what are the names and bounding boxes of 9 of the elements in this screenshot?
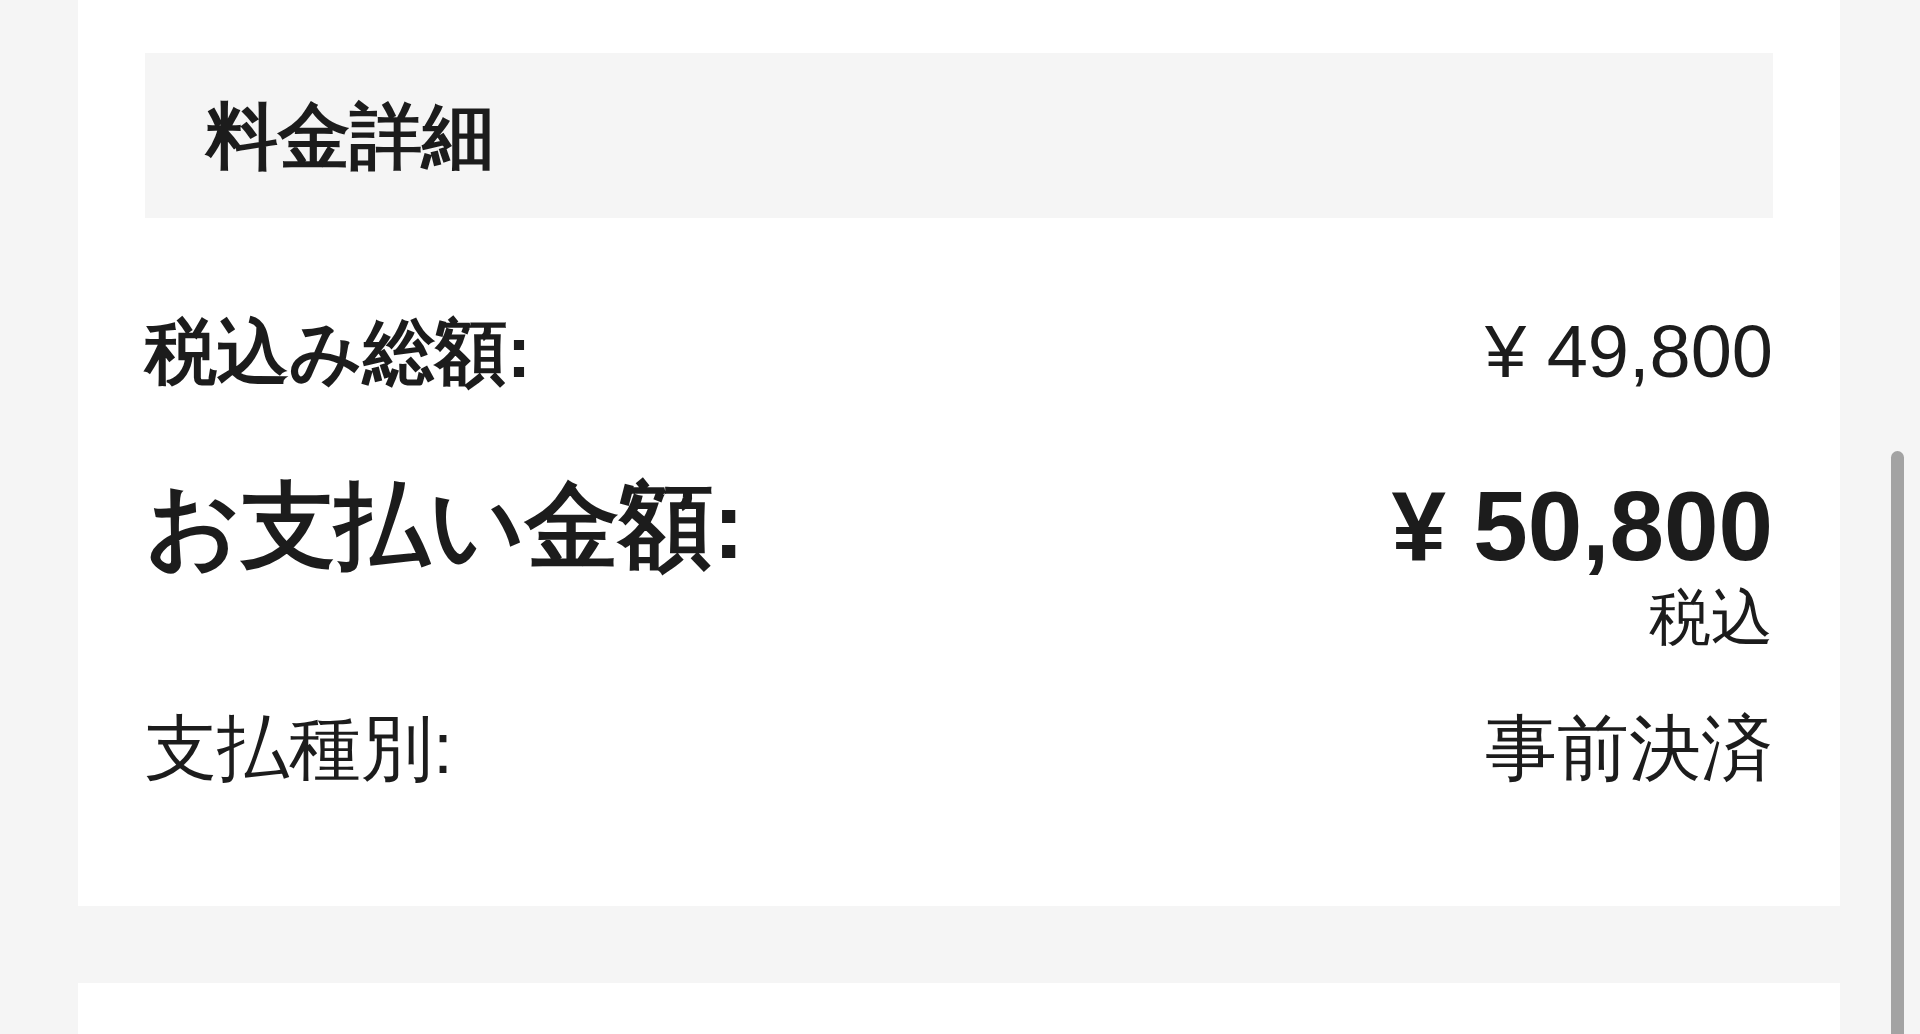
- section-title: 料金詳細: [206, 95, 494, 176]
- scrollbar-thumb[interactable]: [1891, 451, 1904, 1034]
- row-value: 事前決済: [1485, 708, 1773, 788]
- row-value: ¥ 49,800: [1484, 312, 1773, 392]
- row-label: お支払い金額:: [145, 472, 745, 580]
- row-value: ¥ 50,800: [1391, 471, 1773, 581]
- row-label: 税込み総額:: [145, 312, 531, 392]
- tax-note: 税込: [1649, 582, 1773, 654]
- row-label: 支払種別:: [145, 708, 453, 788]
